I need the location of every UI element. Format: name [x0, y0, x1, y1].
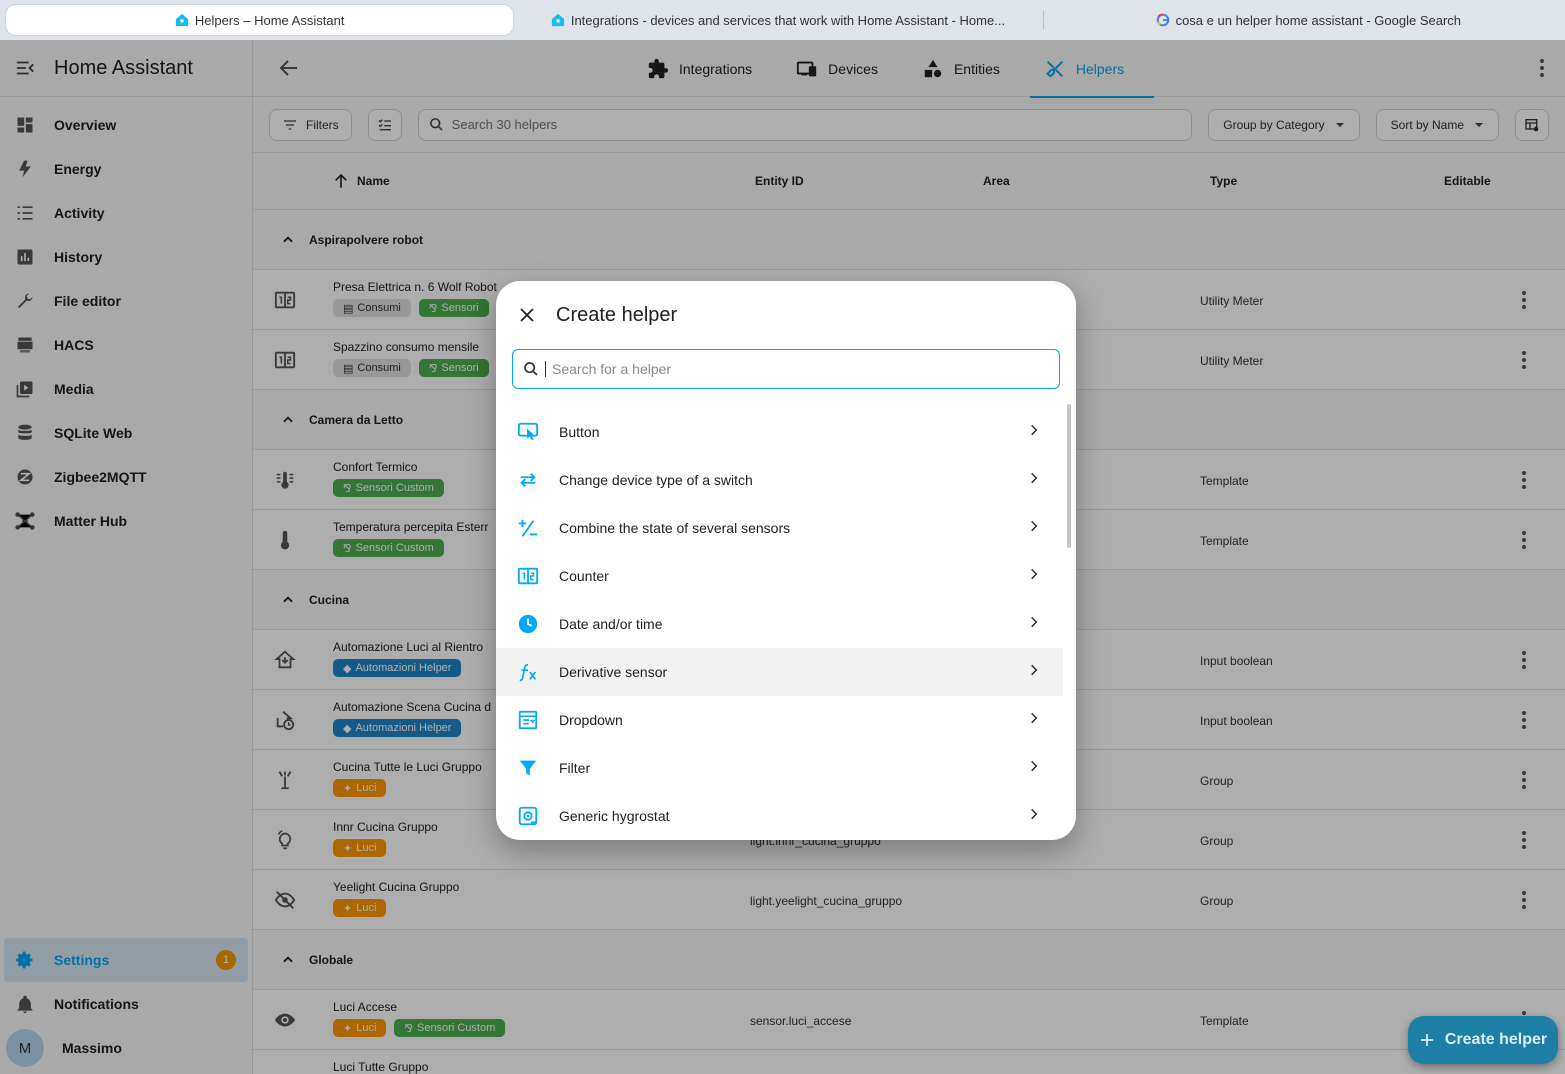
counter-icon [516, 564, 540, 588]
browser-tab-google[interactable]: cosa e un helper home assistant - Google… [1058, 5, 1559, 35]
helper-type-item[interactable]: Dropdown [496, 696, 1063, 744]
home-assistant-favicon-icon [175, 13, 188, 27]
helper-type-item[interactable]: Derivative sensor [496, 648, 1063, 696]
swap-horizontal-icon [516, 468, 540, 492]
helper-search-input[interactable]: Search for a helper [512, 349, 1060, 389]
function-variant-icon [516, 660, 540, 684]
create-helper-dialog: Create helper Search for a helper Button… [496, 281, 1076, 840]
chevron-right-icon [1031, 424, 1038, 436]
helper-type-item[interactable]: Counter [496, 552, 1063, 600]
helper-type-label: Date and/or time [559, 616, 663, 632]
chevron-right-icon [1031, 520, 1038, 532]
helper-search-placeholder: Search for a helper [552, 361, 672, 377]
helper-type-label: Button [559, 424, 600, 440]
chevron-right-icon [1031, 808, 1038, 820]
create-helper-fab[interactable]: Create helper [1408, 1016, 1558, 1064]
home-assistant-favicon-icon [551, 13, 564, 27]
helper-type-label: Change device type of a switch [559, 472, 753, 488]
helper-type-item[interactable]: Filter [496, 744, 1063, 792]
dialog-scrollbar[interactable] [1067, 404, 1071, 548]
google-favicon-icon [1156, 13, 1169, 27]
fab-label: Create helper [1444, 1031, 1548, 1048]
chevron-right-icon [1031, 472, 1038, 484]
browser-tab-helpers[interactable]: Helpers – Home Assistant [6, 5, 514, 35]
browser-tab-title: Integrations - devices and services that… [570, 12, 1006, 28]
form-dropdown-icon [516, 708, 540, 732]
chevron-right-icon [1031, 712, 1038, 724]
clock-icon [516, 612, 540, 636]
search-icon [524, 362, 538, 376]
helper-type-label: Filter [559, 760, 591, 776]
helper-type-label: Counter [559, 568, 609, 584]
browser-tab-title: cosa e un helper home assistant - Google… [1175, 12, 1462, 28]
dialog-title: Create helper [556, 303, 678, 326]
helper-type-item[interactable]: Button [496, 408, 1063, 456]
helper-type-item[interactable]: Change device type of a switch [496, 456, 1063, 504]
hygrostat-icon [516, 804, 540, 828]
browser-tab-title: Helpers – Home Assistant [194, 12, 345, 28]
helper-type-item[interactable]: Combine the state of several sensors [496, 504, 1063, 552]
gesture-tap-button-icon [516, 420, 540, 444]
plus-minus-icon [516, 516, 540, 540]
dialog-header: Create helper [496, 281, 1076, 349]
tab-separator [1042, 11, 1044, 29]
text-cursor [545, 361, 546, 377]
filter-icon [516, 756, 540, 780]
plus-icon [1420, 1034, 1433, 1046]
chevron-right-icon [1031, 760, 1038, 772]
helper-type-label: Generic hygrostat [559, 808, 670, 824]
close-icon[interactable] [518, 306, 536, 324]
helper-type-list: Button Change device type of a switch Co… [496, 408, 1063, 840]
browser-tab-bar: Helpers – Home Assistant Integrations - … [0, 0, 1565, 40]
helper-type-item[interactable]: Date and/or time [496, 600, 1063, 648]
chevron-right-icon [1031, 664, 1038, 676]
helper-type-label: Derivative sensor [559, 664, 668, 680]
helper-type-label: Combine the state of several sensors [559, 520, 791, 536]
chevron-right-icon [1031, 568, 1038, 580]
helper-type-item[interactable]: Generic hygrostat [496, 792, 1063, 840]
browser-tab-integrations[interactable]: Integrations - devices and services that… [527, 5, 1028, 35]
chevron-right-icon [1031, 616, 1038, 628]
helper-type-label: Dropdown [559, 712, 623, 728]
